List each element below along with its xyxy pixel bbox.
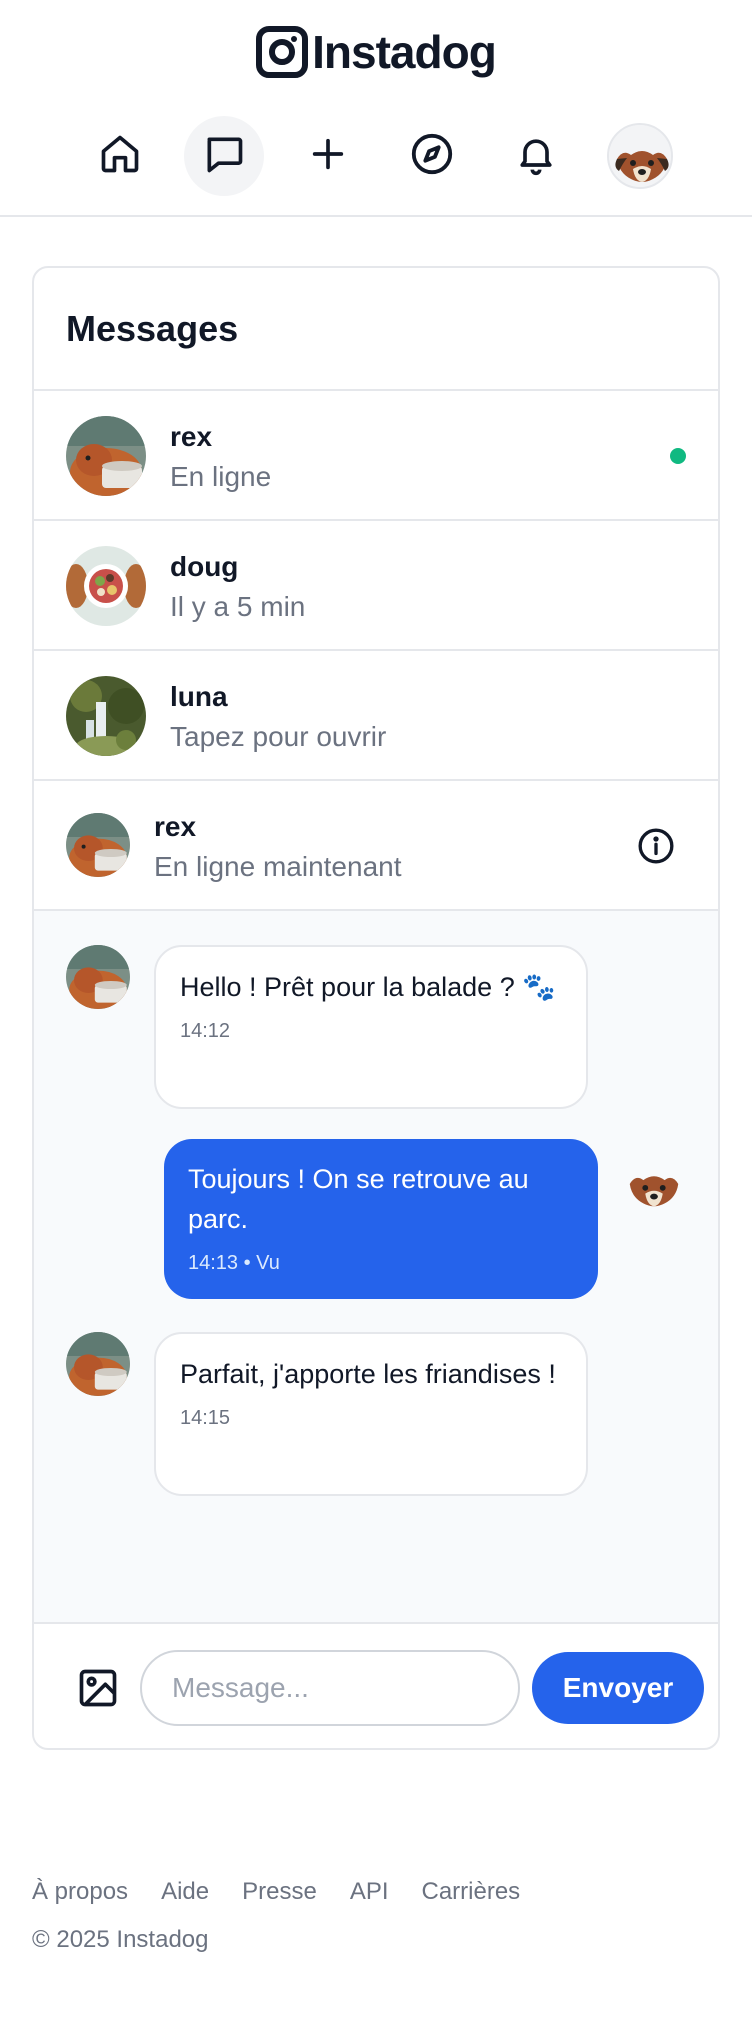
conversation-status: Il y a 5 min xyxy=(170,591,306,622)
footer-link-press[interactable]: Presse xyxy=(242,1878,317,1906)
send-button[interactable]: Envoyer xyxy=(532,1652,704,1724)
conversation-status: Tapez pour ouvrir xyxy=(170,721,387,752)
image-icon[interactable] xyxy=(74,1664,122,1712)
message-bubble-received: Parfait, j'apporte les friandises ! 14:1… xyxy=(154,1332,588,1496)
info-icon[interactable] xyxy=(634,824,678,868)
footer-link-api[interactable]: API xyxy=(350,1878,389,1906)
bell-icon xyxy=(514,132,558,181)
nav-create[interactable] xyxy=(288,116,368,196)
messages-card: Messages rex En ligne doug Il y a 5 min … xyxy=(32,266,720,1750)
footer-link-careers[interactable]: Carrières xyxy=(422,1878,521,1906)
compass-icon xyxy=(409,131,455,182)
message-icon xyxy=(202,132,246,181)
chat-header: rex En ligne maintenant xyxy=(34,781,718,911)
footer-link-help[interactable]: Aide xyxy=(161,1878,209,1906)
chat-contact-name: rex xyxy=(154,811,197,842)
home-icon xyxy=(98,132,142,181)
message-text: Toujours ! On se retrouve au parc. xyxy=(188,1164,529,1234)
avatar xyxy=(66,813,130,877)
conversation-name: luna xyxy=(170,681,228,712)
message-text: Hello ! Prêt pour la balade ? 🐾 xyxy=(180,972,556,1002)
nav-messages[interactable] xyxy=(184,116,264,196)
message-composer: Envoyer xyxy=(34,1624,718,1748)
avatar xyxy=(66,1332,130,1396)
avatar xyxy=(66,416,146,496)
message-bubble-sent: Toujours ! On se retrouve au parc. 14:13… xyxy=(164,1139,598,1299)
conversation-status: En ligne xyxy=(170,461,272,492)
profile-avatar xyxy=(607,123,673,189)
nav-explore[interactable] xyxy=(392,116,472,196)
message-time: 14:15 xyxy=(180,1407,231,1429)
message-thread[interactable]: Hello ! Prêt pour la balade ? 🐾 14:12 To… xyxy=(34,911,718,1624)
message-text: Parfait, j'apporte les friandises ! xyxy=(180,1359,556,1389)
online-indicator xyxy=(670,448,686,464)
top-header: Instadog xyxy=(0,0,752,217)
conversation-name: rex xyxy=(170,421,213,452)
footer-links: À propos Aide Presse API Carrières xyxy=(32,1878,520,1906)
avatar xyxy=(66,676,146,756)
app-name: Instadog xyxy=(312,26,497,78)
conversation-name: doug xyxy=(170,551,239,582)
camera-logo-icon xyxy=(256,24,309,80)
avatar xyxy=(622,1151,686,1215)
copyright: © 2025 Instadog xyxy=(32,1926,209,1953)
message-time: 14:12 xyxy=(180,1020,231,1042)
nav-notifications[interactable] xyxy=(496,116,576,196)
message-bubble-received: Hello ! Prêt pour la balade ? 🐾 14:12 xyxy=(154,945,588,1109)
message-input[interactable] xyxy=(140,1650,520,1726)
footer-link-about[interactable]: À propos xyxy=(32,1878,128,1906)
nav-profile[interactable] xyxy=(600,116,680,196)
avatar xyxy=(66,945,130,1009)
conversation-item-rex[interactable]: rex En ligne xyxy=(34,391,718,521)
message-time: 14:13 • Vu xyxy=(188,1252,280,1274)
conversation-item-luna[interactable]: luna Tapez pour ouvrir xyxy=(34,651,718,781)
avatar xyxy=(66,546,146,626)
chat-contact-status: En ligne maintenant xyxy=(154,851,402,882)
logo[interactable]: Instadog xyxy=(0,20,752,84)
messages-title: Messages xyxy=(34,268,718,391)
conversation-item-doug[interactable]: doug Il y a 5 min xyxy=(34,521,718,651)
plus-icon xyxy=(308,134,348,179)
main-nav xyxy=(0,116,752,196)
nav-home[interactable] xyxy=(80,116,160,196)
